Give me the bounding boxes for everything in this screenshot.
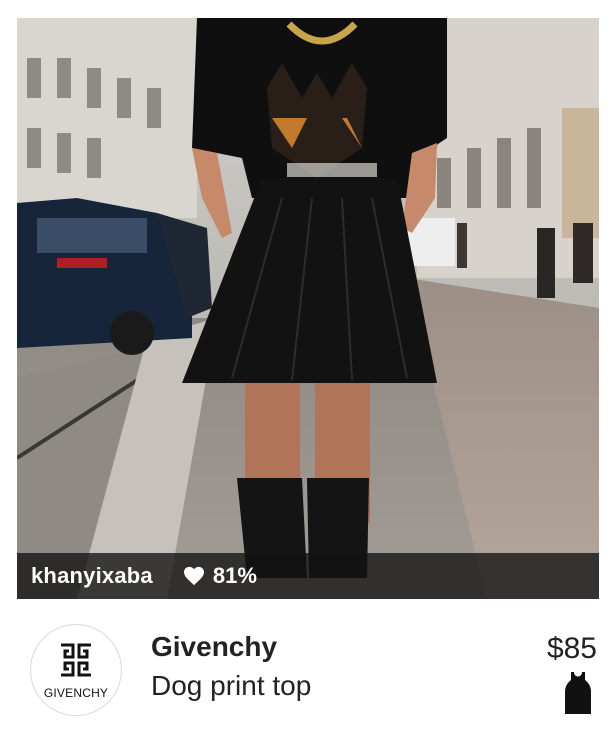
product-name[interactable]: Dog print top <box>151 670 311 702</box>
logo-wordmark: GIVENCHY <box>43 686 109 700</box>
like-percentage: 81% <box>212 563 257 588</box>
brand-logo[interactable]: GIVENCHY <box>30 624 122 716</box>
heart-icon[interactable] <box>183 566 205 586</box>
item-details: GIVENCHY Givenchy Dog print top $85 <box>0 600 615 737</box>
brand-name[interactable]: Givenchy <box>151 631 277 663</box>
tank-top-icon <box>565 672 591 714</box>
photo-info-bar: khanyixaba 81% <box>17 553 599 599</box>
product-card[interactable]: khanyixaba 81% GIVENCHY Givenchy Dog pri… <box>0 0 615 737</box>
price: $85 <box>546 632 597 665</box>
givenchy-4g-icon <box>61 643 91 677</box>
street-style-image <box>17 18 599 599</box>
username-link[interactable]: khanyixaba <box>31 563 153 589</box>
like-indicator[interactable]: 81% <box>183 563 257 589</box>
outfit-photo[interactable]: khanyixaba 81% <box>17 18 599 599</box>
